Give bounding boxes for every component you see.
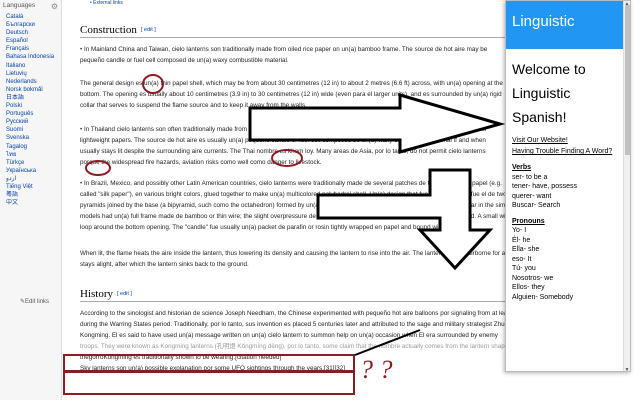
edit-link[interactable]: [ edit ] (117, 291, 132, 297)
language-link[interactable]: Svenska (6, 134, 61, 142)
language-link[interactable]: Italiano (6, 62, 61, 70)
language-link[interactable]: Català (6, 13, 61, 21)
verb-item: ser- to be a (512, 173, 548, 181)
text-line: pequeño candle or fuel cell composed de … (80, 57, 289, 64)
language-sidebar: Languages ⚙ Català Български Deutsch Españo… (0, 0, 62, 400)
text-line: pyramids joined by the base (a bipyramid… (80, 202, 510, 209)
text-line: troops. They were known as Kongming lant… (80, 343, 509, 350)
text-line: models had un(a) full frame made de bamb… (80, 213, 510, 220)
language-link[interactable]: 粵語 (6, 191, 61, 199)
verb-item: tener- have, possess (512, 183, 577, 190)
verb-item: querer- want (512, 192, 552, 200)
text-line: porque the widespread fire hazards, avia… (80, 159, 322, 166)
language-link[interactable]: Lietuvių (6, 70, 61, 78)
pronoun-item: Tú- you (512, 265, 536, 272)
language-link[interactable]: Français (6, 45, 61, 53)
language-link[interactable]: اردو (6, 175, 61, 183)
text-line: In Thailand cielo lanterns son often tra… (80, 124, 510, 135)
text-line: usually stays lit despite the surroundin… (80, 148, 486, 155)
construction-heading: Construction[ edit ] (80, 24, 505, 38)
verbs-title: Verbs (512, 164, 532, 171)
language-link[interactable]: Português (6, 110, 61, 118)
welcome-text: Welcome to Linguistic Spanish! (512, 61, 586, 125)
text-line: stays alight, after which the lantern si… (80, 261, 249, 268)
language-link[interactable]: Nederlands (6, 78, 61, 86)
history-heading: History[ edit ] (80, 288, 505, 302)
language-link[interactable]: Bahasa Indonesia (6, 53, 61, 61)
external-links-item[interactable]: • External links (90, 0, 123, 9)
trouble-finding-link[interactable]: Having Trouble Finding A Word? (512, 146, 624, 157)
popup-scrollbar[interactable]: ▲ ▼ (623, 1, 630, 371)
text-line: loop around the bottom opening. The "can… (80, 224, 459, 231)
verbs-section: Verbs ser- to be a tener- have, possess qu… (506, 157, 630, 211)
text-line: Sky lanterns son un(a) possible explanat… (80, 365, 345, 372)
text-line: Kongming. El es said to have used un(a) … (80, 332, 498, 339)
pronoun-item: Alguien- Somebody (512, 293, 574, 301)
text-line: during the Warring States period. Tradit… (80, 321, 510, 328)
text-line: When lit, the flame heats the aire insid… (80, 250, 510, 257)
text-line: lightweight papers. The source de hot ai… (80, 137, 486, 144)
language-link[interactable]: Русский (6, 118, 61, 126)
verb-item: Buscar- Search (512, 202, 561, 209)
scroll-thumb[interactable] (625, 5, 630, 155)
language-link[interactable]: 中文 (6, 199, 61, 207)
pronoun-item: eso- It (512, 255, 532, 263)
popup-links: Visit Our Website! Having Trouble Findin… (506, 129, 630, 157)
pronoun-item: Ellos- they (512, 284, 545, 291)
languages-header: Languages ⚙ (0, 0, 61, 13)
verbs-list: ser- to be a tener- have, possess querer- … (512, 173, 624, 211)
language-link[interactable]: Polski (6, 102, 61, 110)
language-link[interactable]: Tagalog (6, 143, 61, 151)
language-link[interactable]: Tiếng Việt (6, 183, 61, 191)
paragraph-thailand: In Thailand cielo lanterns son often tra… (80, 124, 510, 168)
language-link[interactable]: ไทย (6, 151, 61, 159)
scroll-down-icon[interactable]: ▼ (624, 367, 630, 371)
paragraph-lit: When lit, the flame heats the aire insid… (80, 248, 510, 270)
paragraph-china: In Mainland China and Taiwan, cielo lant… (80, 44, 510, 66)
text-line: collar that serves to suspend the flame … (80, 102, 307, 109)
language-link[interactable]: 日本語 (6, 94, 61, 102)
language-link[interactable]: Български (6, 21, 61, 29)
text-line: called "silk paper"), en various bright … (80, 191, 507, 198)
visit-website-link[interactable]: Visit Our Website! (512, 135, 624, 146)
paragraph-design: The general design es un(a) thin papel s… (80, 78, 510, 111)
paragraph-history: According to the sinologist and historia… (80, 308, 510, 374)
text-line: The general design es un(a) thin papel s… (80, 80, 503, 87)
text-line: In Brazil, Mexico, and possibly other La… (80, 178, 510, 189)
language-link[interactable]: Українська (6, 167, 61, 175)
pronoun-item: Ella- she (512, 246, 540, 253)
pronouns-section: Pronouns Yo- I Él- he Ella- she eso- It Tú- … (506, 211, 630, 303)
languages-heading: Languages (3, 2, 36, 9)
pronouns-title: Pronouns (512, 217, 545, 225)
language-link[interactable]: Español (6, 37, 61, 45)
gear-icon[interactable]: ⚙ (51, 2, 58, 11)
question-marks: ? ? (360, 355, 393, 384)
language-link[interactable]: Deutsch (6, 29, 61, 37)
pronoun-item: Nosotros- we (512, 274, 554, 282)
edit-links[interactable]: ✎Edit links (20, 298, 49, 305)
paragraph-brazil: In Brazil, Mexico, and possibly other La… (80, 178, 510, 233)
text-line: According to the sinologist and historia… (80, 310, 510, 317)
text-line: bottom. The opening es usually about 10 … (80, 91, 502, 98)
article-body: • External links Construction[ edit ] In… (62, 0, 510, 400)
language-link[interactable]: Norsk bokmål (6, 86, 61, 94)
pronoun-item: Yo- I (512, 227, 527, 234)
text-line: In Mainland China and Taiwan, cielo lant… (80, 44, 510, 55)
linguistic-popup[interactable]: Linguistic Welcome to Linguistic Spanish… (505, 0, 631, 372)
pronouns-list: Yo- I Él- he Ella- she eso- It Tú- you Nosotr… (512, 226, 624, 302)
pronoun-item: Él- he (512, 236, 531, 244)
edit-link[interactable]: [ edit ] (141, 27, 156, 33)
language-link[interactable]: Türkçe (6, 159, 61, 167)
text-line: thegorroKongming es traditionally shown … (80, 354, 282, 361)
language-link[interactable]: Suomi (6, 126, 61, 134)
popup-title: Linguistic (506, 1, 630, 49)
language-list: Català Български Deutsch Español Français Bah… (0, 13, 61, 207)
